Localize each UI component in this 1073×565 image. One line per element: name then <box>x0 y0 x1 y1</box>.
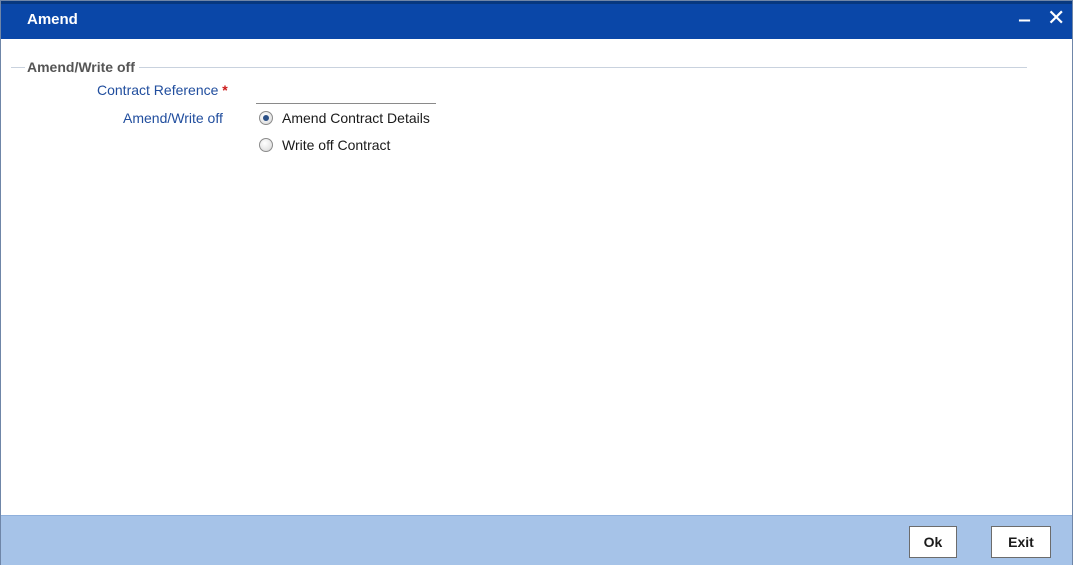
radio-amend-contract-details-label: Amend Contract Details <box>282 110 430 126</box>
amend-window: Amend ‒ ✕ Amend/Write off Contract Refer… <box>0 0 1073 565</box>
required-marker: * <box>222 82 228 98</box>
radio-button-selected[interactable] <box>259 111 273 125</box>
radio-write-off-contract[interactable]: Write off Contract <box>259 136 390 154</box>
amend-write-off-label: Amend/Write off <box>123 110 223 126</box>
fieldset-border <box>11 67 1027 68</box>
close-icon[interactable]: ✕ <box>1047 6 1065 30</box>
title-bar: Amend ‒ ✕ <box>1 1 1072 39</box>
radio-write-off-contract-label: Write off Contract <box>282 137 391 153</box>
fieldset-legend: Amend/Write off <box>25 59 139 75</box>
contract-reference-label: Contract Reference * <box>97 82 228 98</box>
radio-amend-contract-details[interactable]: Amend Contract Details <box>259 109 430 127</box>
contract-reference-input[interactable] <box>256 83 436 104</box>
contract-reference-label-text: Contract Reference <box>97 82 219 98</box>
minimize-icon[interactable]: ‒ <box>1019 8 1030 32</box>
ok-button[interactable]: Ok <box>909 526 957 558</box>
radio-button-unselected[interactable] <box>259 138 273 152</box>
window-title: Amend <box>27 11 78 28</box>
button-bar: Ok Exit <box>1 515 1072 565</box>
exit-button[interactable]: Exit <box>991 526 1051 558</box>
